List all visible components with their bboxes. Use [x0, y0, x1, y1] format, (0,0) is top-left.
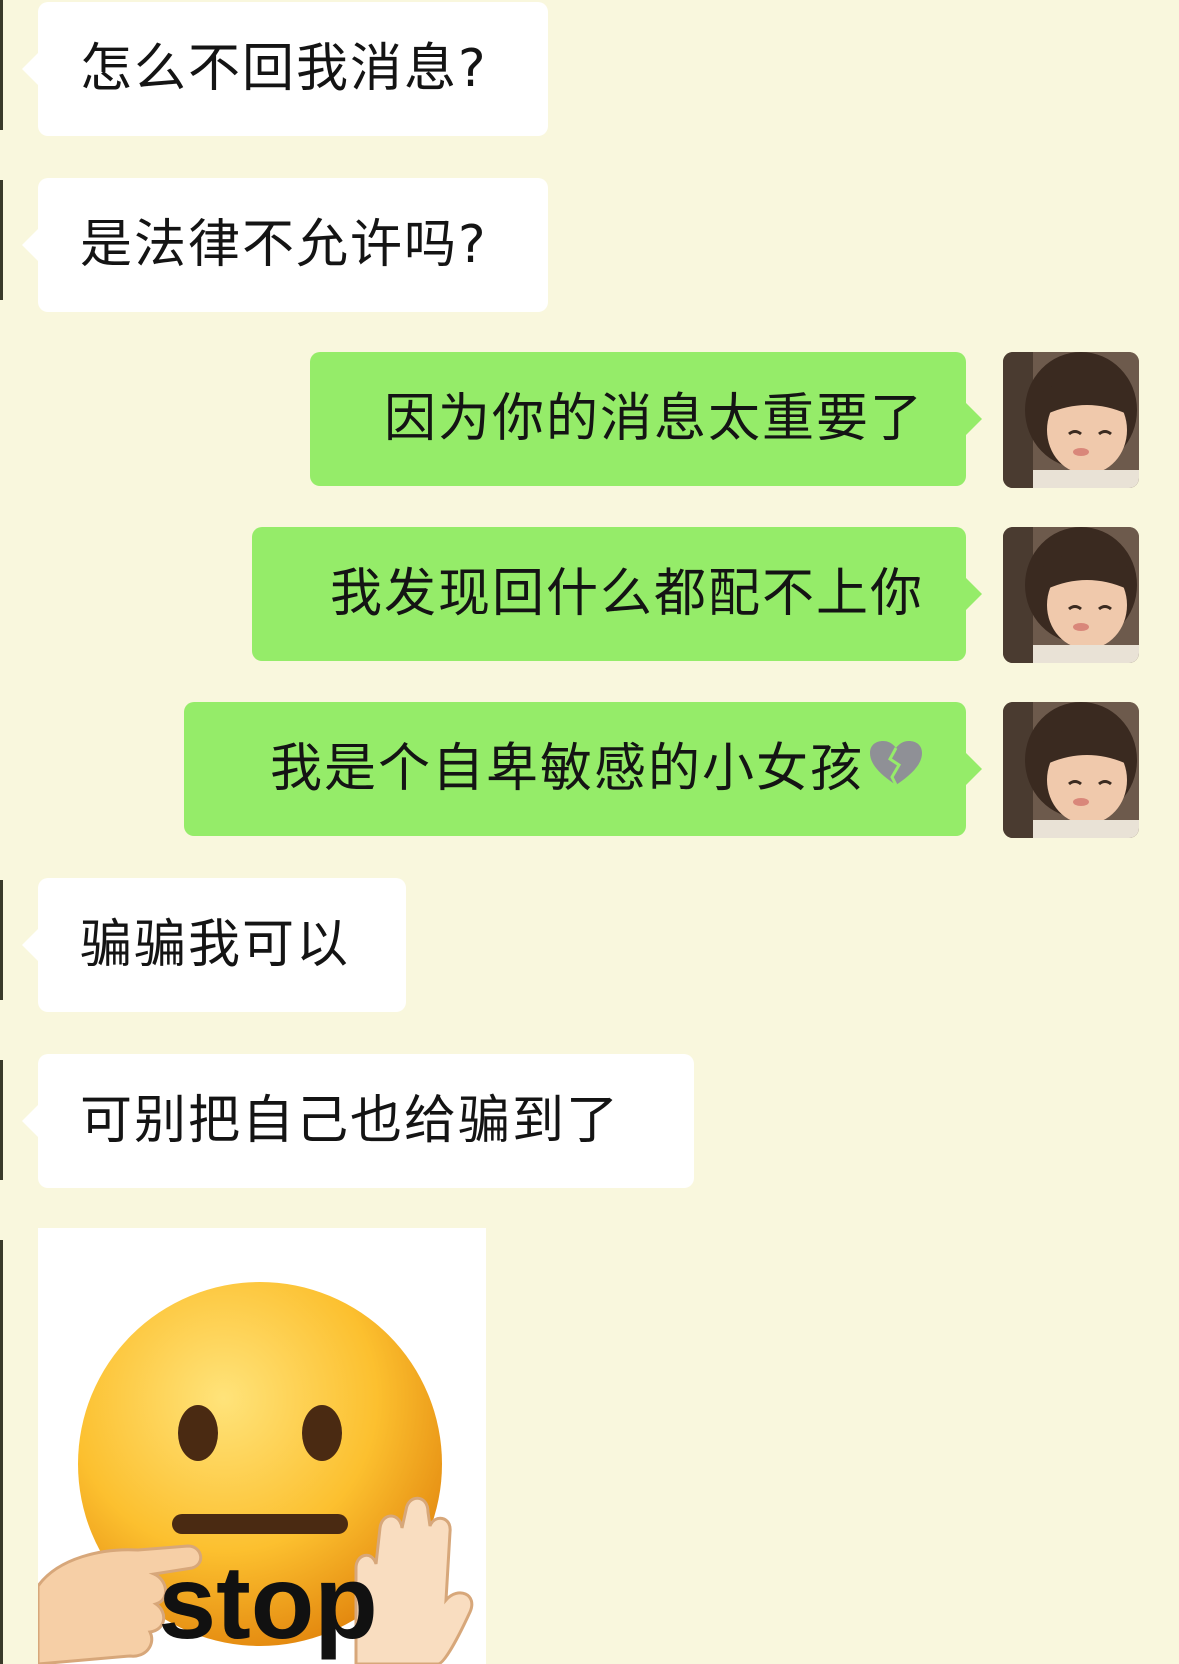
- message-text: 可别把自己也给骗到了: [80, 1091, 621, 1151]
- edge-mark: [0, 180, 3, 300]
- edge-mark: [0, 1060, 3, 1180]
- sticker-message[interactable]: stop: [38, 1228, 486, 1664]
- avatar[interactable]: [1003, 702, 1139, 838]
- message-text: 骗骗我可以: [80, 915, 351, 975]
- neutral-face-stop-sticker: stop: [38, 1282, 474, 1664]
- avatar[interactable]: [1003, 527, 1139, 663]
- message-bubble-incoming[interactable]: 可别把自己也给骗到了: [22, 1054, 694, 1188]
- message-bubble-incoming[interactable]: 是法律不允许吗?: [22, 178, 548, 312]
- message-bubble-incoming[interactable]: 骗骗我可以: [22, 878, 406, 1012]
- message-bubble-incoming[interactable]: 怎么不回我消息?: [22, 2, 548, 136]
- message-text: 我是个自卑敏感的小女孩: [269, 739, 864, 799]
- edge-mark: [0, 0, 3, 130]
- message-text: 因为你的消息太重要了: [383, 389, 924, 449]
- chat-conversation: 怎么不回我消息? 是法律不允许吗? 因为你的消息太重要了 我发现回什么都配不上你: [0, 0, 1179, 1664]
- message-bubble-outgoing[interactable]: 我发现回什么都配不上你: [252, 527, 982, 661]
- message-text: 是法律不允许吗?: [80, 215, 488, 275]
- message-bubble-outgoing[interactable]: 因为你的消息太重要了: [310, 352, 982, 486]
- message-bubble-outgoing[interactable]: 我是个自卑敏感的小女孩: [184, 702, 982, 839]
- sticker-caption: stop: [158, 1545, 378, 1661]
- message-text: 怎么不回我消息?: [80, 39, 488, 99]
- edge-mark: [0, 1240, 3, 1664]
- message-text: 我发现回什么都配不上你: [329, 564, 924, 624]
- edge-mark: [0, 880, 3, 1000]
- avatar[interactable]: [1003, 352, 1139, 488]
- broken-heart-icon: [868, 705, 924, 839]
